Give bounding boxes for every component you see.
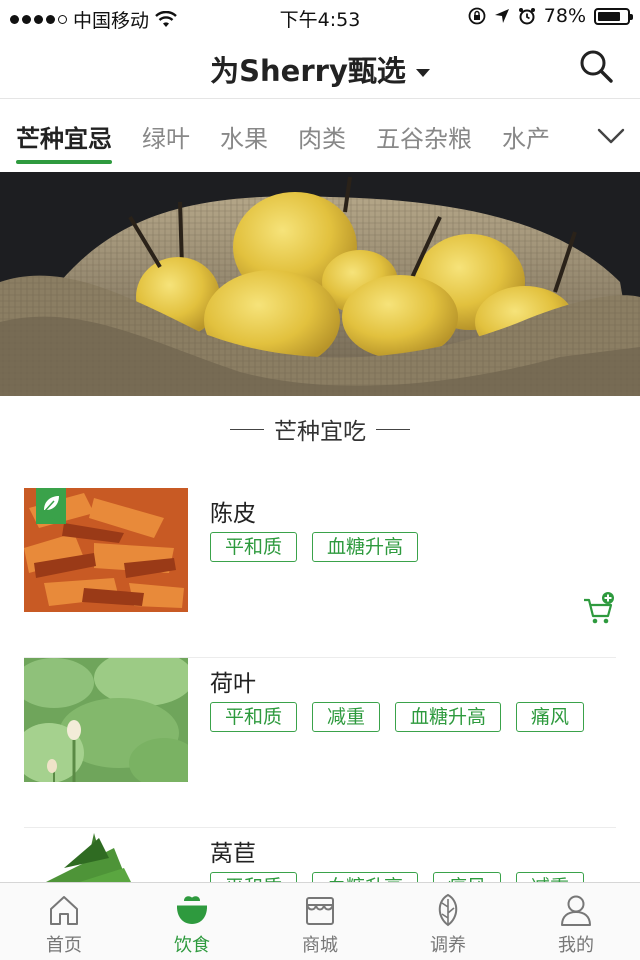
section-title-left-line	[230, 428, 264, 430]
nav-item-home[interactable]: 首页	[0, 883, 128, 960]
battery-fill	[598, 11, 620, 21]
product-thumbnail[interactable]	[24, 488, 188, 612]
caret-down-icon	[415, 69, 430, 77]
product-tag[interactable]: 平和质	[210, 702, 298, 732]
product-item-chenpi[interactable]: 陈皮 平和质 血糖升高	[24, 488, 616, 658]
nav-label: 调养	[430, 935, 466, 956]
home-icon	[50, 896, 78, 925]
product-tag[interactable]: 血糖升高	[395, 702, 502, 732]
product-item-heye[interactable]: 荷叶 平和质 减重 血糖升高 痛风	[24, 658, 616, 828]
product-tag[interactable]: 痛风	[516, 702, 585, 732]
product-name: 莴苣	[210, 841, 256, 867]
product-tag[interactable]: 平和质	[210, 532, 298, 562]
add-to-cart-icon[interactable]	[582, 592, 616, 626]
bowl-icon	[177, 896, 207, 924]
tab-0[interactable]: 芒种宜忌	[16, 119, 112, 164]
nav-label: 饮食	[174, 935, 210, 956]
status-bar: 中国移动 下午4:53 78%	[0, 0, 640, 34]
battery-icon	[594, 7, 633, 25]
page-title: 为Sherry甄选	[210, 54, 406, 88]
product-name: 荷叶	[210, 671, 256, 697]
nav-item-care[interactable]: 调养	[384, 883, 512, 960]
nav-item-diet[interactable]: 饮食	[128, 883, 256, 960]
nav-item-me[interactable]: 我的	[512, 883, 640, 960]
section-title-text: 芒种宜吃	[274, 419, 366, 445]
location-icon	[494, 9, 509, 23]
leaf-icon	[438, 893, 458, 927]
tab-5[interactable]: 水产	[502, 119, 550, 164]
search-icon[interactable]	[578, 48, 614, 84]
tab-1[interactable]: 绿叶	[142, 119, 190, 164]
alarm-icon	[518, 8, 535, 25]
nav-label: 商城	[302, 935, 338, 956]
product-name: 陈皮	[210, 501, 256, 527]
product-thumbnail[interactable]	[24, 658, 188, 782]
user-icon	[561, 895, 591, 926]
lotus-leaf-image	[24, 658, 188, 782]
banner-image[interactable]	[0, 172, 640, 396]
nav-item-shop[interactable]: 商城	[256, 883, 384, 960]
section-title-right-line	[376, 428, 410, 430]
shop-icon	[306, 897, 334, 925]
tab-4[interactable]: 五谷杂粮	[376, 119, 472, 164]
status-right: 78%	[468, 5, 633, 27]
leaf-badge-icon	[36, 488, 66, 524]
rotation-lock-icon	[468, 7, 486, 25]
pears-in-sack-illustration	[0, 172, 640, 396]
chevron-down-icon[interactable]	[596, 121, 626, 151]
header-title-dropdown[interactable]: 为Sherry甄选	[0, 48, 640, 90]
category-tabs: 芒种宜忌 绿叶 水果 肉类 五谷杂粮 水产	[0, 98, 640, 172]
nav-label: 首页	[46, 935, 82, 956]
product-tag[interactable]: 血糖升高	[312, 532, 419, 562]
tab-row: 芒种宜忌 绿叶 水果 肉类 五谷杂粮 水产	[16, 119, 550, 164]
tab-3[interactable]: 肉类	[298, 119, 346, 164]
product-tags: 平和质 减重 血糖升高 痛风	[210, 702, 585, 732]
section-title: 芒种宜吃	[0, 412, 640, 446]
header: 为Sherry甄选	[0, 34, 640, 98]
product-tags: 平和质 血糖升高	[210, 532, 419, 562]
nav-label: 我的	[558, 935, 594, 956]
product-tag[interactable]: 减重	[312, 702, 381, 732]
tab-2[interactable]: 水果	[220, 119, 268, 164]
battery-percent: 78%	[543, 5, 586, 27]
bottom-nav: 首页 饮食 商城 调养 我的	[0, 882, 640, 960]
